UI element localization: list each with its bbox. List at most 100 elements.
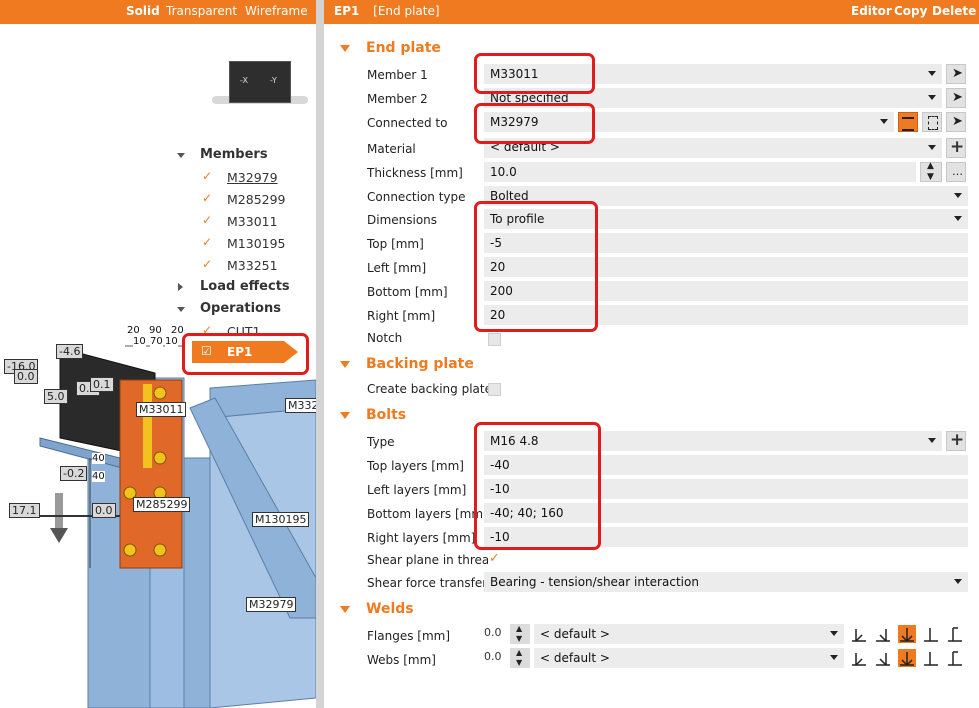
view-mode-transparent[interactable]: Transparent bbox=[166, 4, 237, 18]
collapse-operations-icon[interactable] bbox=[177, 307, 185, 312]
thickness-stepper[interactable]: ▲ ▼ bbox=[920, 161, 942, 182]
tree-member-m130195[interactable]: M130195 bbox=[227, 236, 286, 251]
label-bottom: Bottom [mm] bbox=[367, 285, 448, 299]
flanges-weld-select[interactable]: < default > bbox=[534, 624, 844, 644]
weld-fillet-left-icon[interactable] bbox=[874, 649, 892, 667]
shear-force-select[interactable]: Bearing - tension/shear interaction bbox=[484, 572, 968, 592]
cursor-pick-icon: ➤ bbox=[952, 66, 963, 81]
edge-icon bbox=[928, 116, 938, 130]
load-value: -0.2 bbox=[60, 466, 88, 481]
header-title: [End plate] bbox=[373, 4, 440, 18]
weld-flange bbox=[143, 384, 152, 468]
chevron-down-icon bbox=[880, 119, 888, 124]
tree-load-effects-header[interactable]: Load effects bbox=[200, 279, 290, 294]
label-member-2: Member 2 bbox=[367, 92, 428, 106]
weld-fillet-icon[interactable] bbox=[850, 625, 868, 643]
collapse-bolts-icon[interactable] bbox=[340, 412, 350, 419]
expand-load-effects-icon[interactable] bbox=[178, 283, 183, 291]
label-thickness: Thickness [mm] bbox=[367, 166, 463, 180]
connect-edge-button[interactable] bbox=[922, 112, 942, 132]
member-check-icon[interactable]: ✓ bbox=[202, 170, 213, 182]
pick-connected-button[interactable]: ➤ bbox=[946, 112, 966, 132]
label-webs: Webs [mm] bbox=[367, 653, 436, 667]
dim-top-90: 90 bbox=[149, 325, 162, 336]
weld-double-fillet-icon[interactable] bbox=[898, 649, 916, 667]
tree-member-m33251[interactable]: M33251 bbox=[227, 258, 278, 273]
stepper-up-icon: ▲ bbox=[516, 624, 523, 633]
model-viewport[interactable]: Solid Transparent Wireframe -X -Y Member… bbox=[0, 0, 316, 708]
weld-butt-icon[interactable] bbox=[922, 625, 940, 643]
webs-size[interactable]: 0.0 bbox=[484, 650, 502, 663]
weld-butt-icon[interactable] bbox=[922, 649, 940, 667]
check-icon: ✓ bbox=[489, 551, 500, 566]
member-check-icon[interactable]: ✓ bbox=[202, 214, 213, 226]
highlight-box bbox=[474, 103, 595, 144]
section-end-plate: End plate bbox=[366, 40, 441, 56]
collapse-end-plate-icon[interactable] bbox=[340, 45, 350, 52]
view-mode-solid[interactable]: Solid bbox=[126, 4, 160, 18]
highlight-box bbox=[182, 333, 309, 375]
tree-operations-header[interactable]: Operations bbox=[200, 301, 281, 316]
view-mode-wireframe[interactable]: Wireframe bbox=[245, 4, 308, 18]
panel-splitter[interactable] bbox=[316, 0, 324, 708]
label-bottom-layers: Bottom layers [mm] bbox=[367, 507, 488, 521]
shear-plane-checkbox[interactable]: ✓ bbox=[488, 551, 501, 567]
pick-member-1-button[interactable]: ➤ bbox=[946, 64, 966, 84]
add-bolt-button[interactable]: + bbox=[946, 430, 966, 451]
connect-face-button[interactable] bbox=[898, 112, 918, 132]
view-cube[interactable]: -X -Y bbox=[229, 61, 291, 103]
tree-member-m33011[interactable]: M33011 bbox=[227, 214, 278, 229]
label-flanges: Flanges [mm] bbox=[367, 629, 451, 643]
plus-icon: + bbox=[950, 430, 965, 450]
stepper-up-icon: ▲ bbox=[927, 161, 934, 171]
dim-top-10a: 10 bbox=[133, 336, 146, 347]
weld-double-fillet-icon[interactable] bbox=[898, 625, 916, 643]
member-check-icon[interactable]: ✓ bbox=[202, 192, 213, 204]
load-arrow-head bbox=[50, 528, 68, 543]
label-shear-force: Shear force transfer bbox=[367, 576, 488, 590]
create-backing-plate-checkbox[interactable] bbox=[488, 383, 501, 396]
tree-member-m285299[interactable]: M285299 bbox=[227, 192, 286, 207]
collapse-backing-plate-icon[interactable] bbox=[340, 361, 350, 368]
delete-button[interactable]: Delete bbox=[932, 4, 976, 18]
chevron-down-icon bbox=[954, 193, 962, 198]
label-material: Material bbox=[367, 142, 416, 156]
chevron-down-icon bbox=[928, 95, 936, 100]
stepper-down-icon: ▼ bbox=[516, 634, 523, 643]
chevron-down-icon bbox=[954, 579, 962, 584]
member-check-icon[interactable]: ✓ bbox=[202, 236, 213, 248]
view-mode-toolbar: Solid Transparent Wireframe bbox=[0, 0, 316, 24]
label-left-layers: Left layers [mm] bbox=[367, 483, 467, 497]
webs-stepper[interactable]: ▲ ▼ bbox=[510, 648, 530, 668]
weld-fillet-icon[interactable] bbox=[850, 649, 868, 667]
ellipsis-icon: … bbox=[952, 165, 963, 178]
weld-plug-icon[interactable] bbox=[946, 625, 964, 643]
collapse-members-icon[interactable] bbox=[177, 153, 185, 158]
add-material-button[interactable]: + bbox=[946, 137, 966, 158]
flanges-stepper[interactable]: ▲ ▼ bbox=[510, 624, 530, 644]
dim-top-20b: 20 bbox=[171, 325, 184, 336]
weld-fillet-left-icon[interactable] bbox=[874, 625, 892, 643]
collapse-welds-icon[interactable] bbox=[340, 606, 350, 613]
thickness-input[interactable]: 10.0 bbox=[484, 162, 916, 182]
thickness-more-button[interactable]: … bbox=[946, 162, 966, 182]
dim-top-70: 70 bbox=[150, 336, 163, 347]
webs-weld-select[interactable]: < default > bbox=[534, 648, 844, 668]
highlight-box bbox=[474, 422, 601, 550]
member-check-icon[interactable]: ✓ bbox=[202, 258, 213, 270]
notch-checkbox[interactable] bbox=[488, 333, 501, 346]
pick-member-2-button[interactable]: ➤ bbox=[946, 88, 966, 108]
copy-button[interactable]: Copy bbox=[894, 4, 927, 18]
tree-member-m32979[interactable]: M32979 bbox=[227, 170, 278, 185]
scene-label-m32979: M32979 bbox=[246, 597, 297, 612]
load-value: 0.1 bbox=[90, 377, 114, 392]
flanges-size[interactable]: 0.0 bbox=[484, 626, 502, 639]
chevron-down-icon bbox=[928, 438, 936, 443]
load-value: 5.0 bbox=[44, 389, 68, 404]
label-top-layers: Top layers [mm] bbox=[367, 459, 464, 473]
tree-members-header[interactable]: Members bbox=[200, 147, 268, 162]
weld-plug-icon[interactable] bbox=[946, 649, 964, 667]
stepper-down-icon: ▼ bbox=[927, 172, 934, 182]
label-bolt-type: Type bbox=[367, 435, 395, 449]
editor-button[interactable]: Editor bbox=[851, 4, 892, 18]
